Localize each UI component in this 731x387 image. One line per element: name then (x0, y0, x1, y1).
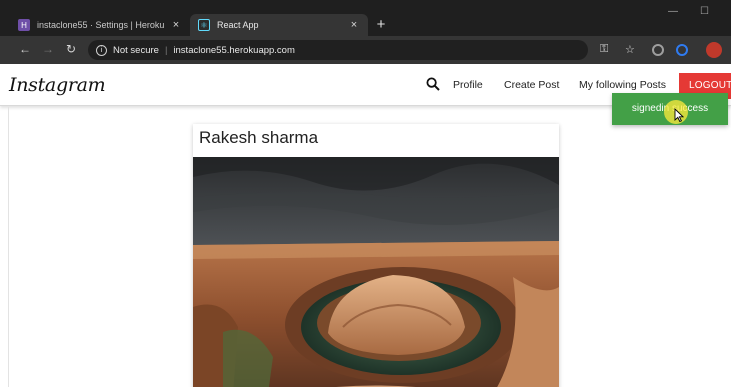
post-image (193, 157, 559, 387)
url-separator: | (164, 44, 168, 56)
post-card: Rakesh sharma (193, 124, 559, 387)
tab-title: instaclone55 · Settings | Heroku (37, 20, 165, 30)
reload-icon[interactable]: ↻ (64, 42, 78, 56)
forward-arrow-icon[interactable]: → (41, 42, 55, 56)
search-icon[interactable] (426, 77, 440, 91)
extension-icon[interactable] (676, 44, 688, 56)
brand-logo[interactable]: Instagram (9, 74, 106, 96)
mouse-cursor-icon (674, 108, 684, 122)
info-icon[interactable]: i (96, 44, 107, 56)
heroku-favicon-icon: H (18, 19, 30, 31)
tab-close-icon[interactable]: × (348, 19, 360, 31)
nav-following-posts-link[interactable]: My following Posts (579, 79, 666, 91)
profile-avatar-icon[interactable] (706, 42, 722, 58)
back-arrow-icon[interactable]: ← (18, 42, 32, 56)
maximize-icon[interactable]: ☐ (700, 6, 709, 17)
security-label: Not secure (113, 44, 159, 56)
star-icon[interactable]: ☆ (625, 43, 635, 56)
address-bar[interactable]: i Not secure | instaclone55.herokuapp.co… (88, 40, 588, 60)
minimize-icon[interactable]: — (668, 6, 678, 17)
nav-profile-link[interactable]: Profile (453, 79, 483, 91)
post-author-name[interactable]: Rakesh sharma (199, 128, 318, 148)
tab-close-icon[interactable]: × (170, 19, 182, 31)
browser-tab-strip: H instaclone55 · Settings | Heroku × ⚛ R… (0, 0, 731, 36)
tab-title: React App (217, 20, 259, 30)
react-favicon-icon: ⚛ (198, 19, 210, 31)
tab-react-app[interactable]: ⚛ React App × (190, 14, 368, 36)
url-text: instaclone55.herokuapp.com (173, 44, 295, 56)
new-tab-button[interactable]: + (374, 14, 388, 36)
nav-create-post-link[interactable]: Create Post (504, 79, 559, 91)
extension-icon[interactable] (652, 44, 664, 56)
tab-heroku-settings[interactable]: H instaclone55 · Settings | Heroku × (10, 14, 190, 36)
divider (8, 107, 9, 387)
browser-toolbar: ← → ↻ i Not secure | instaclone55.heroku… (0, 36, 731, 64)
web-page: Instagram Profile Create Post My followi… (0, 64, 731, 387)
key-icon[interactable]: ⚿ (600, 43, 608, 56)
